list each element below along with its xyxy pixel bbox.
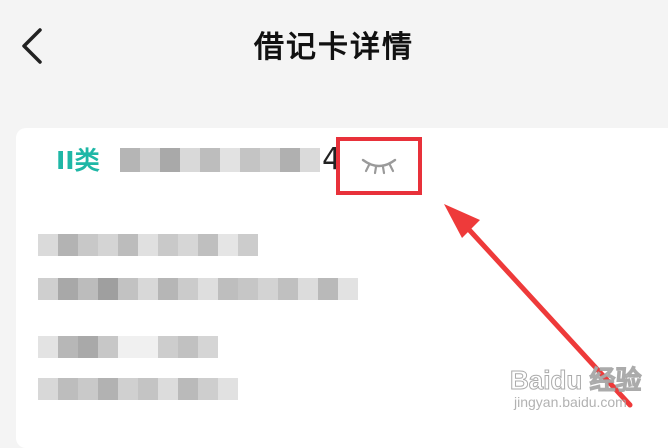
page-title: 借记卡详情 [254, 30, 414, 65]
watermark-url: jingyan.baidu.com [514, 394, 627, 410]
masked-detail-row [38, 278, 358, 300]
top-bar: 借记卡详情 [0, 0, 668, 100]
eye-closed-icon [361, 158, 397, 175]
masked-card-digits [120, 148, 320, 172]
watermark-brand: Baidu 经验 [509, 365, 642, 396]
masked-detail-row [38, 336, 218, 358]
baidu-jingyan-watermark: Baidu 经验 jingyan.baidu.com [509, 360, 660, 420]
show-card-number-toggle[interactable] [336, 137, 422, 195]
masked-detail-row [38, 378, 238, 400]
card-number: 4 [120, 138, 341, 182]
card-type-label: II类 [56, 146, 100, 175]
masked-detail-row [38, 234, 258, 256]
